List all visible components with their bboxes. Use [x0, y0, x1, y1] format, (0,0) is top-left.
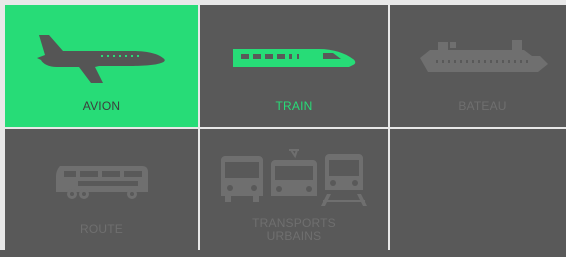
tile-route[interactable]: ROUTE [5, 129, 198, 257]
tile-label-transports-urbains: TRANSPORTS URBAINS [252, 216, 336, 243]
tile-train[interactable]: TRAIN [200, 5, 388, 127]
ship-icon [390, 27, 566, 89]
tile-empty [390, 129, 566, 257]
transport-mode-grid: AVION TRAIN BATEAU ROUTE TRANSPORTS URBA… [0, 0, 566, 257]
tile-bateau[interactable]: BATEAU [390, 5, 566, 127]
urban-transport-icon [200, 147, 388, 209]
tile-label-train: TRAIN [275, 99, 313, 113]
tile-avion[interactable]: AVION [5, 5, 198, 127]
tile-transports-urbains[interactable]: TRANSPORTS URBAINS [200, 129, 388, 257]
tile-label-bateau: BATEAU [458, 99, 507, 113]
train-icon [200, 27, 388, 89]
tile-label-avion: AVION [82, 99, 121, 113]
tile-label-route: ROUTE [80, 222, 123, 236]
bus-icon [5, 151, 198, 213]
airplane-icon [5, 27, 198, 89]
